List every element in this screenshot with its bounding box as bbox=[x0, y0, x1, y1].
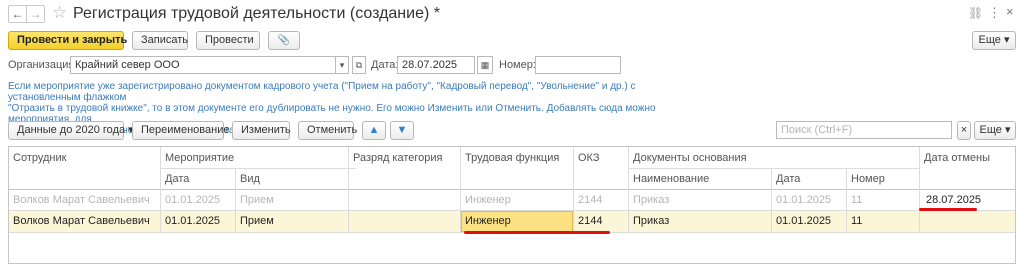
info-line-1: Если мероприятие уже зарегистрировано до… bbox=[8, 81, 636, 103]
clear-search-icon[interactable]: × bbox=[957, 121, 971, 140]
date-label: Дата: bbox=[371, 59, 399, 71]
col-cancel-date[interactable]: Дата отмены bbox=[920, 147, 990, 169]
cell-kind: Прием bbox=[240, 194, 274, 206]
move-down-icon[interactable]: ▼ bbox=[390, 121, 414, 140]
pre-2020-data-button[interactable]: Данные до 2020 года ▾ bbox=[8, 121, 134, 140]
col-employee[interactable]: Сотрудник bbox=[9, 147, 66, 169]
col-function[interactable]: Трудовая функция bbox=[461, 147, 559, 169]
events-table[interactable]: Сотрудник Мероприятие Дата Вид Разряд ка… bbox=[8, 146, 1016, 264]
calendar-icon[interactable]: ▦ bbox=[477, 56, 493, 74]
cell-function[interactable]: Инженер bbox=[461, 210, 511, 232]
cell-doc-date: 01.01.2025 bbox=[776, 215, 832, 227]
red-underline-function-okz bbox=[464, 231, 610, 234]
nav-forward-button[interactable]: → bbox=[26, 5, 45, 23]
move-up-icon[interactable]: ▲ bbox=[362, 121, 386, 140]
nav-back-button[interactable]: ← bbox=[8, 5, 27, 23]
cell-date: 01.01.2025 bbox=[165, 194, 221, 206]
cell-doc-date: 01.01.2025 bbox=[776, 194, 832, 206]
post-and-close-button[interactable]: Провести и закрыть bbox=[8, 31, 127, 50]
date-field[interactable]: 28.07.2025 bbox=[397, 56, 475, 74]
cell-doc-name: Приказ bbox=[633, 194, 670, 206]
col-event[interactable]: Мероприятие bbox=[161, 147, 234, 169]
col-doc-number[interactable]: Номер bbox=[847, 168, 885, 190]
cell-doc-number: 11 bbox=[851, 215, 863, 227]
red-underline-cancel-date bbox=[919, 208, 977, 211]
more-button[interactable]: Еще ▾ bbox=[972, 31, 1016, 50]
number-field[interactable] bbox=[535, 56, 621, 74]
cell-date: 01.01.2025 bbox=[165, 215, 221, 227]
col-docs[interactable]: Документы основания bbox=[629, 147, 747, 169]
cell-employee: Волков Марат Савельевич bbox=[13, 194, 150, 206]
col-okz[interactable]: ОКЗ bbox=[574, 147, 599, 169]
search-input[interactable]: Поиск (Ctrl+F) bbox=[776, 121, 952, 139]
col-doc-name[interactable]: Наименование bbox=[629, 168, 709, 190]
org-open-icon[interactable]: ⧉ bbox=[352, 56, 366, 74]
col-rank[interactable]: Разряд категория bbox=[349, 147, 443, 169]
more-actions-icon[interactable]: ⋮ bbox=[988, 5, 1001, 21]
rename-button[interactable]: Переименование bbox=[132, 121, 229, 140]
favorite-star-icon[interactable]: ☆ bbox=[52, 3, 67, 23]
org-dropdown-icon[interactable]: ▾ bbox=[335, 56, 349, 74]
col-doc-date[interactable]: Дата bbox=[772, 168, 800, 190]
number-label: Номер: bbox=[499, 59, 536, 71]
page-title: Регистрация трудовой деятельности (созда… bbox=[73, 5, 440, 22]
attach-icon[interactable]: 📎 bbox=[268, 31, 300, 50]
cell-okz: 2144 bbox=[578, 194, 603, 206]
col-event-kind[interactable]: Вид bbox=[236, 168, 260, 190]
cell-kind: Прием bbox=[240, 215, 274, 227]
cell-function: Инженер bbox=[465, 194, 511, 206]
cell-employee: Волков Марат Савельевич bbox=[13, 215, 150, 227]
close-icon[interactable]: × bbox=[1006, 4, 1014, 19]
cell-okz: 2144 bbox=[578, 215, 603, 227]
edit-button[interactable]: Изменить bbox=[232, 121, 291, 140]
org-label: Организация: bbox=[8, 59, 78, 71]
post-button[interactable]: Провести bbox=[196, 31, 260, 50]
cancel-button[interactable]: Отменить bbox=[298, 121, 357, 140]
cell-doc-name: Приказ bbox=[633, 215, 670, 227]
col-event-date[interactable]: Дата bbox=[161, 168, 189, 190]
table-more-button[interactable]: Еще ▾ bbox=[974, 121, 1016, 140]
save-button[interactable]: Записать bbox=[132, 31, 188, 50]
cell-doc-number: 11 bbox=[851, 194, 863, 206]
org-field[interactable]: Крайний север ООО bbox=[70, 56, 336, 74]
link-icon[interactable]: ⛓ bbox=[968, 6, 983, 20]
